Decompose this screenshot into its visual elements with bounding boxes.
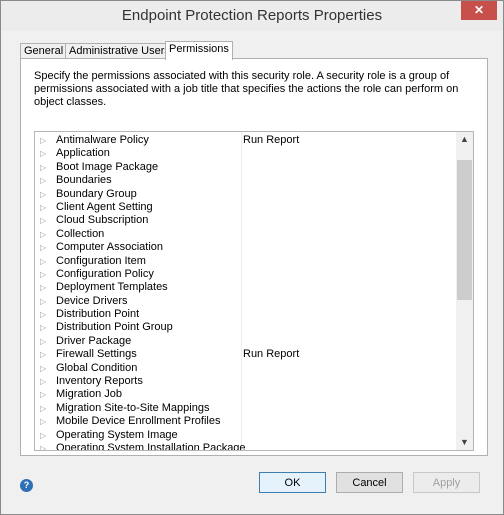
close-button[interactable]: ✕ <box>461 1 497 20</box>
permission-object-name: Driver Package <box>56 334 132 347</box>
expand-arrow-icon[interactable]: ▷ <box>40 335 46 348</box>
expand-arrow-icon[interactable]: ▷ <box>40 348 46 361</box>
permission-row[interactable]: ▷ Computer Association <box>35 241 454 254</box>
permission-row[interactable]: ▷ Global Condition <box>35 362 454 375</box>
expand-arrow-icon[interactable]: ▷ <box>40 429 46 442</box>
permission-object-name: Application <box>56 147 110 160</box>
permission-object-name: Distribution Point <box>56 308 140 321</box>
permission-row[interactable]: ▷ Driver Package <box>35 335 454 348</box>
permission-row[interactable]: ▷ Boot Image Package <box>35 161 454 174</box>
expand-arrow-icon[interactable]: ▷ <box>40 375 46 388</box>
permission-value: Run Report <box>243 134 300 146</box>
expand-arrow-icon[interactable]: ▷ <box>40 161 46 174</box>
ok-button[interactable]: OK <box>259 472 326 493</box>
permission-row[interactable]: ▷ Cloud Subscription <box>35 214 454 227</box>
permission-object-name: Inventory Reports <box>56 375 143 388</box>
vertical-scrollbar[interactable]: ▲ ▼ <box>456 132 473 450</box>
expand-arrow-icon[interactable]: ▷ <box>40 362 46 375</box>
tab-general[interactable]: General <box>20 43 68 59</box>
permission-value: Run Report <box>243 348 300 361</box>
permission-object-name: Migration Job <box>56 388 123 401</box>
expand-arrow-icon[interactable]: ▷ <box>40 415 46 428</box>
permission-object-name: Boundary Group <box>56 187 137 200</box>
permission-object-name: Antimalware Policy <box>56 134 149 146</box>
scroll-down-icon[interactable]: ▼ <box>456 435 473 450</box>
expand-arrow-icon[interactable]: ▷ <box>40 308 46 321</box>
tab-administrative-users[interactable]: Administrative Users <box>65 43 174 59</box>
expand-arrow-icon[interactable]: ▷ <box>40 402 46 415</box>
permission-row[interactable]: ▷ Mobile Device Enrollment Profiles <box>35 415 454 428</box>
permission-object-name: Mobile Device Enrollment Profiles <box>56 415 221 428</box>
expand-arrow-icon[interactable]: ▷ <box>40 268 46 281</box>
permission-row[interactable]: ▷ Application <box>35 147 454 160</box>
permission-row[interactable]: ▷ Antimalware Policy Run Report <box>35 134 454 147</box>
expand-arrow-icon[interactable]: ▷ <box>40 134 46 147</box>
permission-row[interactable]: ▷ Collection <box>35 228 454 241</box>
permission-row[interactable]: ▷ Distribution Point Group <box>35 321 454 334</box>
expand-arrow-icon[interactable]: ▷ <box>40 147 46 160</box>
permission-object-name: Boot Image Package <box>56 160 159 173</box>
expand-arrow-icon[interactable]: ▷ <box>40 228 46 241</box>
permission-object-name: Collection <box>56 227 105 240</box>
expand-arrow-icon[interactable]: ▷ <box>40 174 46 187</box>
permission-row[interactable]: ▷ Configuration Item <box>35 255 454 268</box>
close-icon: ✕ <box>473 3 485 17</box>
expand-arrow-icon[interactable]: ▷ <box>40 255 46 268</box>
permission-object-name: Cloud Subscription <box>56 214 149 227</box>
permissions-panel: Specify the permissions associated with … <box>20 58 488 456</box>
scroll-up-icon[interactable]: ▲ <box>456 132 473 147</box>
permissions-rows: ▷ Antimalware Policy Run Report ▷ Applicatio… <box>35 134 454 451</box>
tab-permissions[interactable]: Permissions <box>165 41 233 60</box>
properties-dialog: Endpoint Protection Reports Properties ✕… <box>0 0 504 515</box>
permission-object-name: Operating System Installation Package <box>56 441 246 451</box>
permission-row[interactable]: ▷ Boundary Group <box>35 188 454 201</box>
expand-arrow-icon[interactable]: ▷ <box>40 442 46 450</box>
permission-object-name: Configuration Policy <box>56 267 154 280</box>
expand-arrow-icon[interactable]: ▷ <box>40 281 46 294</box>
scroll-thumb[interactable] <box>457 160 472 300</box>
permission-object-name: Migration Site-to-Site Mappings <box>56 401 210 414</box>
expand-arrow-icon[interactable]: ▷ <box>40 295 46 308</box>
expand-arrow-icon[interactable]: ▷ <box>40 321 46 334</box>
permission-row[interactable]: ▷ Distribution Point <box>35 308 454 321</box>
permission-row[interactable]: ▷ Deployment Templates <box>35 281 454 294</box>
apply-button[interactable]: Apply <box>413 472 480 493</box>
permission-row[interactable]: ▷ Configuration Policy <box>35 268 454 281</box>
permissions-list: ▷ Antimalware Policy Run Report ▷ Applicatio… <box>34 131 474 451</box>
permission-object-name: Client Agent Setting <box>56 200 153 213</box>
permission-row[interactable]: ▷ Client Agent Setting <box>35 201 454 214</box>
permission-row[interactable]: ▷ Firewall Settings Run Report <box>35 348 454 361</box>
permission-object-name: Operating System Image <box>56 428 178 441</box>
permission-row[interactable]: ▷ Operating System Image <box>35 429 454 442</box>
window-title: Endpoint Protection Reports Properties <box>121 7 383 24</box>
permission-object-name: Firewall Settings <box>56 348 137 361</box>
permission-object-name: Computer Association <box>56 241 163 254</box>
cancel-button[interactable]: Cancel <box>336 472 403 493</box>
expand-arrow-icon[interactable]: ▷ <box>40 188 46 201</box>
permissions-description: Specify the permissions associated with … <box>34 70 459 108</box>
permission-row[interactable]: ▷ Device Drivers <box>35 295 454 308</box>
permission-row[interactable]: ▷ Migration Job <box>35 388 454 401</box>
permission-row[interactable]: ▷ Migration Site-to-Site Mappings <box>35 402 454 415</box>
permission-row[interactable]: ▷ Operating System Installation Package <box>35 441 454 451</box>
help-icon[interactable]: ? <box>20 479 33 492</box>
expand-arrow-icon[interactable]: ▷ <box>40 241 46 254</box>
title-bar: Endpoint Protection Reports Properties ✕ <box>1 1 503 31</box>
dialog-footer: ? OK Cancel Apply <box>1 460 503 514</box>
permission-object-name: Boundaries <box>56 174 112 187</box>
permission-object-name: Device Drivers <box>56 294 128 307</box>
expand-arrow-icon[interactable]: ▷ <box>40 214 46 227</box>
permission-row[interactable]: ▷ Boundaries <box>35 174 454 187</box>
expand-arrow-icon[interactable]: ▷ <box>40 388 46 401</box>
permission-row[interactable]: ▷ Inventory Reports <box>35 375 454 388</box>
permission-object-name: Global Condition <box>56 361 138 374</box>
permission-object-name: Distribution Point Group <box>56 321 173 334</box>
expand-arrow-icon[interactable]: ▷ <box>40 201 46 214</box>
permission-object-name: Deployment Templates <box>56 281 168 294</box>
permission-object-name: Configuration Item <box>56 254 146 267</box>
